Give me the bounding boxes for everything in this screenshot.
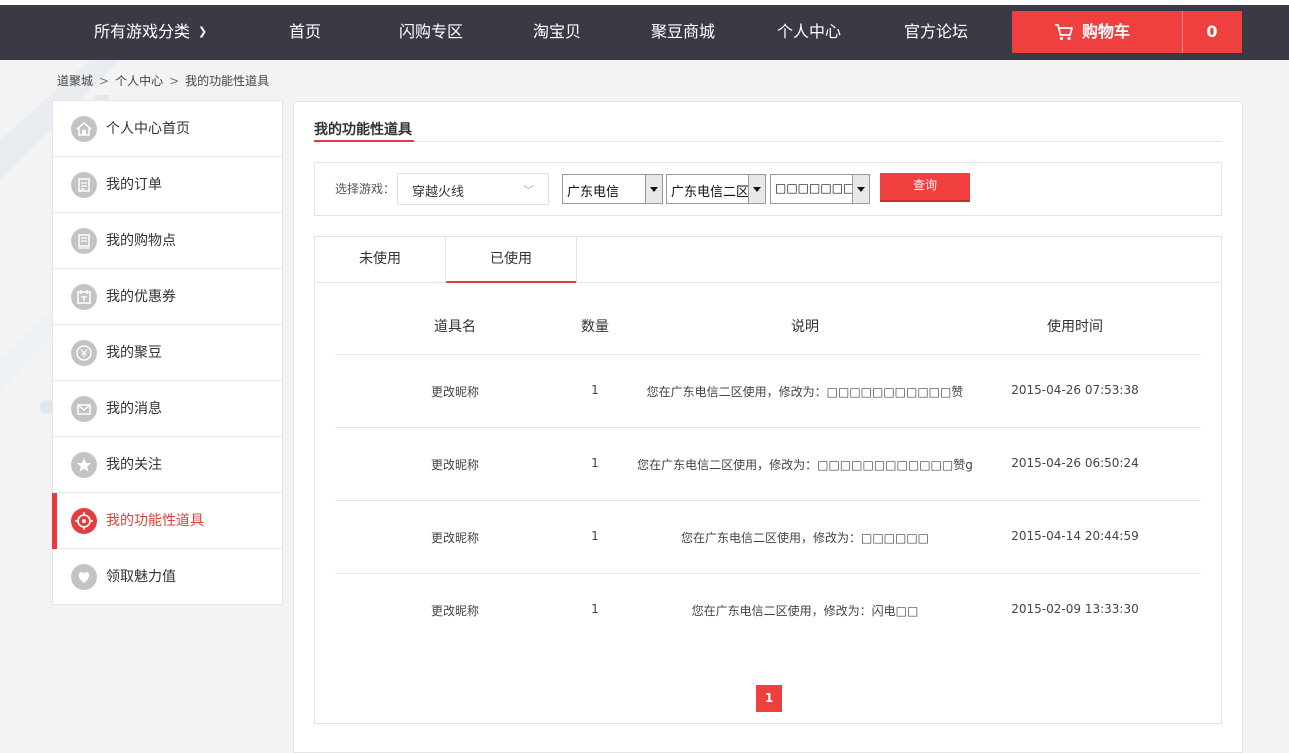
page-title: 我的功能性道具: [314, 122, 412, 138]
house-icon: [71, 116, 97, 142]
table-row: 更改昵称 1 您在广东电信二区使用，修改为：□□□□□□□□□□□□赞g 201…: [335, 428, 1201, 501]
cell-quantity: 1: [591, 529, 599, 543]
notepad-icon: [71, 172, 97, 198]
sidebar-item-coupons[interactable]: 我的优惠券: [53, 269, 282, 325]
sidebar-item-charm-value[interactable]: 领取魅力值: [53, 549, 282, 604]
nav-item-taobaobei[interactable]: 淘宝贝: [533, 22, 581, 42]
nav-item-flash-sale[interactable]: 闪购专区: [399, 22, 463, 42]
filter-bar: 选择游戏： 穿越火线 ﹀ 广东电信 广东电信二区 □□□□□□□□□□ 查询: [314, 162, 1222, 216]
table-header: 道具名 数量 说明 使用时间: [335, 292, 1201, 355]
sidebar-item-label: 个人中心首页: [106, 121, 190, 137]
top-nav-bar: 所有游戏分类 ❯ 首页 闪购专区 淘宝贝 聚豆商城 个人中心 官方论坛 购物车 0: [0, 0, 1289, 60]
nav-item-judou-mall[interactable]: 聚豆商城: [651, 22, 715, 42]
sidebar-item-shopping-points[interactable]: 我的购物点: [53, 213, 282, 269]
breadcrumb-current: 我的功能性道具: [185, 74, 270, 88]
server-select-value: 广东电信二区: [671, 185, 749, 200]
nav-item-home[interactable]: 首页: [289, 22, 321, 42]
sidebar-item-label: 我的功能性道具: [106, 513, 204, 529]
pagination-page-button[interactable]: 1: [756, 685, 782, 712]
sidebar-item-functional-items[interactable]: 我的功能性道具: [52, 493, 282, 549]
breadcrumb-separator: >: [169, 74, 180, 88]
column-header-description: 说明: [791, 319, 819, 335]
cell-description: 您在广东电信二区使用，修改为：□□□□□□□□□□□□赞g: [637, 458, 973, 472]
cell-description: 您在广东电信二区使用，修改为：□□□□□□□□□□□赞: [646, 385, 964, 399]
cell-description: 您在广东电信二区使用，修改为：□□□□□□: [680, 531, 930, 545]
sidebar-item-label: 我的消息: [106, 401, 162, 417]
cell-description: 您在广东电信二区使用，修改为：闪电□□: [691, 604, 919, 618]
breadcrumb-separator: >: [99, 74, 110, 88]
sidebar-item-judou[interactable]: 我的聚豆: [53, 325, 282, 381]
main-panel: 我的功能性道具 选择游戏： 穿越火线 ﹀ 广东电信 广东电信二区 □□□□□□□…: [293, 101, 1243, 753]
column-header-quantity: 数量: [581, 319, 609, 335]
dropdown-arrow-icon: [852, 175, 869, 203]
cart-icon: [1055, 24, 1073, 41]
column-header-use-time: 使用时间: [1047, 319, 1103, 335]
cell-use-time: 2015-04-14 20:44:59: [1011, 529, 1139, 543]
title-divider: [314, 141, 1222, 142]
cell-item-name: 更改昵称: [430, 531, 479, 545]
target-icon: [71, 508, 97, 534]
tab-unused[interactable]: 未使用: [315, 237, 446, 282]
game-select[interactable]: 穿越火线 ﹀: [397, 173, 549, 205]
region-select-value: 广东电信: [567, 185, 620, 200]
table-row: 更改昵称 1 您在广东电信二区使用，修改为：□□□□□□□□□□□赞 2015-…: [335, 355, 1201, 428]
cell-item-name: 更改昵称: [430, 604, 479, 618]
sidebar-item-personal-home[interactable]: 个人中心首页: [53, 101, 282, 157]
table-row: 更改昵称 1 您在广东电信二区使用，修改为：□□□□□□ 2015-04-14 …: [335, 501, 1201, 574]
server-select[interactable]: 广东电信二区: [666, 174, 766, 204]
sidebar-item-label: 我的聚豆: [106, 345, 162, 361]
nav-item-forum[interactable]: 官方论坛: [904, 22, 968, 42]
cell-quantity: 1: [591, 456, 599, 470]
sidebar-item-label: 我的关注: [106, 457, 162, 473]
breadcrumb-link-home[interactable]: 道聚城: [57, 74, 93, 88]
sidebar-item-label: 我的订单: [106, 177, 162, 193]
sidebar-item-messages[interactable]: 我的消息: [53, 381, 282, 437]
chevron-down-icon: ﹀: [523, 184, 534, 197]
top-strip: [0, 0, 1289, 5]
tab-bar: 未使用 已使用: [315, 237, 1221, 283]
sidebar-item-label: 我的优惠券: [106, 289, 176, 305]
cart-button[interactable]: 购物车 0: [1012, 11, 1242, 53]
cell-use-time: 2015-02-09 13:33:30: [1011, 602, 1139, 616]
sidebar-menu: 个人中心首页 我的订单 我的购物点 我的优惠券 我的聚豆 我的消息 我的关注 我…: [52, 100, 283, 605]
game-select-label: 选择游戏：: [335, 182, 396, 196]
breadcrumb: 道聚城 > 个人中心 > 我的功能性道具: [57, 72, 269, 89]
nav-categories-dropdown[interactable]: 所有游戏分类 ❯: [94, 22, 207, 42]
cell-item-name: 更改昵称: [430, 458, 479, 472]
cell-use-time: 2015-04-26 06:50:24: [1011, 456, 1139, 470]
nav-categories-label: 所有游戏分类: [94, 22, 191, 41]
ledger-icon: [71, 228, 97, 254]
cell-quantity: 1: [591, 383, 599, 397]
dropdown-arrow-icon: [748, 175, 765, 203]
tab-used[interactable]: 已使用: [446, 237, 577, 283]
sidebar-item-label: 领取魅力值: [106, 569, 176, 585]
dropdown-arrow-icon: [645, 175, 662, 203]
sidebar-item-orders[interactable]: 我的订单: [53, 157, 282, 213]
title-underline: [314, 140, 414, 142]
records-tabbox: 未使用 已使用 道具名 数量 说明 使用时间 更改昵称 1 您在广东电信二区使用…: [314, 236, 1222, 724]
chevron-down-icon: ❯: [198, 25, 208, 38]
role-select-value: □□□□□□□□□□: [775, 181, 853, 195]
cell-quantity: 1: [591, 602, 599, 616]
coupon-icon: [71, 284, 97, 310]
sidebar-item-label: 我的购物点: [106, 233, 176, 249]
query-button[interactable]: 查询: [880, 173, 970, 202]
column-header-item-name: 道具名: [434, 319, 476, 335]
cart-count-badge: 0: [1206, 22, 1218, 41]
breadcrumb-link-personal-center[interactable]: 个人中心: [115, 74, 163, 88]
heart-icon: [71, 564, 97, 590]
game-select-value: 穿越火线: [412, 185, 465, 200]
cart-label: 购物车: [1082, 22, 1131, 41]
role-select[interactable]: □□□□□□□□□□: [770, 174, 870, 204]
sidebar-item-following[interactable]: 我的关注: [53, 437, 282, 493]
yen-coin-icon: [71, 340, 97, 366]
nav-item-personal-center[interactable]: 个人中心: [777, 22, 841, 42]
region-select[interactable]: 广东电信: [562, 174, 663, 204]
cell-item-name: 更改昵称: [430, 385, 479, 399]
star-icon: [71, 452, 97, 478]
table-row: 更改昵称 1 您在广东电信二区使用，修改为：闪电□□ 2015-02-09 13…: [335, 574, 1201, 646]
cell-use-time: 2015-04-26 07:53:38: [1011, 383, 1139, 397]
envelope-icon: [71, 396, 97, 422]
